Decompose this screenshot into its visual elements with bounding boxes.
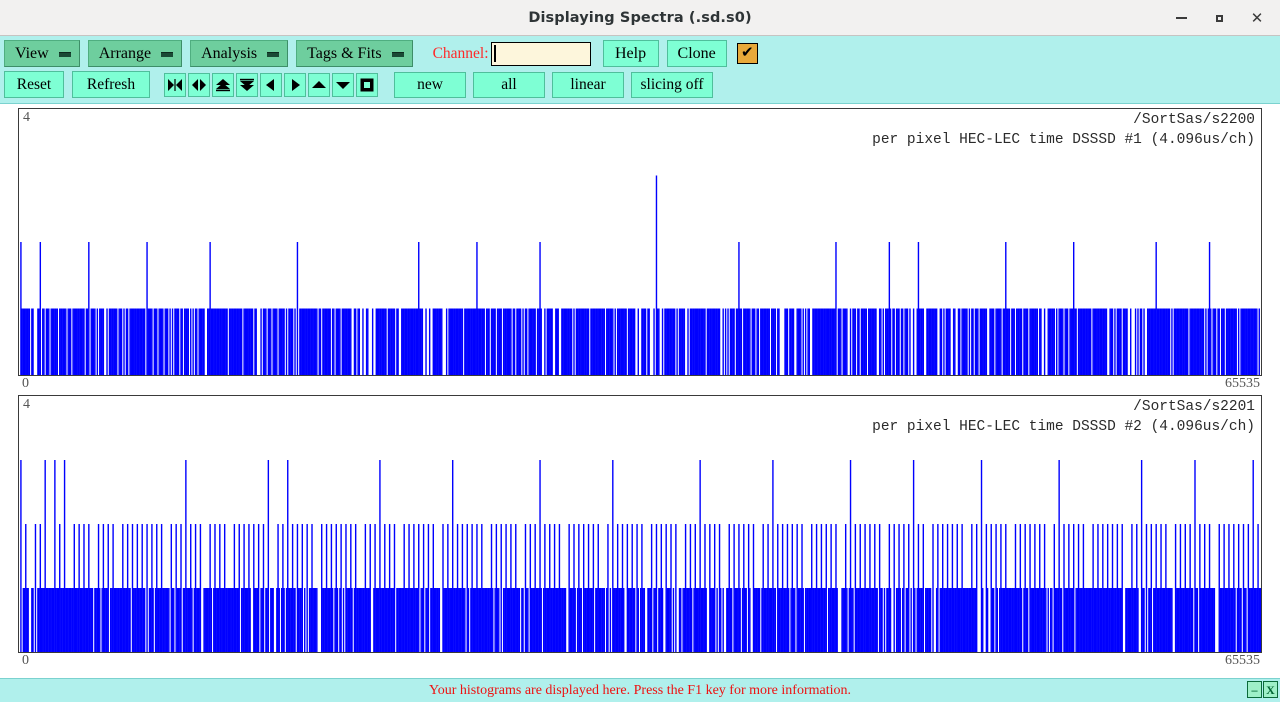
help-button-label: Help xyxy=(615,45,646,63)
scale-toggle-button[interactable]: linear xyxy=(552,72,624,98)
minimize-button[interactable] xyxy=(1164,3,1198,33)
corner-button-group: – X xyxy=(1247,681,1278,698)
spectrum-panel-2[interactable]: 4 /SortSas/s2201 per pixel HEC-LEC time … xyxy=(18,395,1262,672)
y-axis-max-label-1: 4 xyxy=(23,110,30,126)
corner-minimize-button[interactable]: – xyxy=(1247,681,1262,698)
maximize-icon xyxy=(1216,15,1223,22)
reset-button-label: Reset xyxy=(17,76,51,94)
minimize-icon xyxy=(1176,17,1187,19)
x-axis-min-label-1: 0 xyxy=(22,376,29,392)
up-icon xyxy=(311,78,327,92)
menu-tags-and-fits-label: Tags & Fits xyxy=(307,46,381,62)
slicing-toggle-label: slicing off xyxy=(641,76,704,94)
window-title: Displaying Spectra (.sd.s0) xyxy=(528,10,751,26)
clone-button[interactable]: Clone xyxy=(667,40,727,67)
refresh-button[interactable]: Refresh xyxy=(72,71,150,98)
window-controls: ✕ xyxy=(1164,0,1274,36)
collapse-horizontal-button[interactable] xyxy=(164,73,186,97)
x-axis-2: 0 65535 xyxy=(18,653,1262,672)
channel-label: Channel: xyxy=(433,45,489,63)
window-titlebar: Displaying Spectra (.sd.s0) ✕ xyxy=(0,0,1280,36)
text-caret xyxy=(494,45,496,62)
expand-horizontal-icon xyxy=(191,78,207,92)
menu-arrange-label: Arrange xyxy=(99,46,151,62)
scroll-up-fast-button[interactable] xyxy=(212,73,234,97)
status-bar: Your histograms are displayed here. Pres… xyxy=(0,678,1280,702)
stop-square-icon xyxy=(359,78,375,92)
y-axis-max-label-2: 4 xyxy=(23,397,30,413)
menu-handle-icon xyxy=(392,52,404,57)
menu-tags-and-fits[interactable]: Tags & Fits xyxy=(296,40,412,67)
toolbar-region: View Arrange Analysis Tags & Fits Channe… xyxy=(0,36,1280,104)
close-button[interactable]: ✕ xyxy=(1240,3,1274,33)
menu-analysis[interactable]: Analysis xyxy=(190,40,288,67)
menubar-row: View Arrange Analysis Tags & Fits Channe… xyxy=(0,36,1280,69)
spectrum-plot-2[interactable]: 4 /SortSas/s2201 per pixel HEC-LEC time … xyxy=(18,395,1262,653)
scale-toggle-label: linear xyxy=(570,76,605,94)
all-button-label: all xyxy=(501,76,517,94)
menu-arrange[interactable]: Arrange xyxy=(88,40,182,67)
stop-button[interactable] xyxy=(356,73,378,97)
x-axis-min-label-2: 0 xyxy=(22,653,29,669)
all-button[interactable]: all xyxy=(473,72,545,98)
checkmark-icon: ✔ xyxy=(741,46,754,61)
status-message: Your histograms are displayed here. Pres… xyxy=(429,683,851,699)
clone-button-label: Clone xyxy=(678,45,716,63)
refresh-button-label: Refresh xyxy=(87,76,135,94)
corner-close-button[interactable]: X xyxy=(1263,681,1278,698)
channel-input[interactable] xyxy=(491,42,591,66)
new-button-label: new xyxy=(417,76,443,94)
scroll-down-fast-button[interactable] xyxy=(236,73,258,97)
x-axis-max-label-1: 65535 xyxy=(1225,376,1260,392)
double-down-icon xyxy=(239,78,255,92)
spectrum-panel-1[interactable]: 4 /SortSas/s2200 per pixel HEC-LEC time … xyxy=(18,108,1262,395)
maximize-button[interactable] xyxy=(1202,3,1236,33)
pan-right-button[interactable] xyxy=(284,73,306,97)
toolbar-row: Reset Refresh xyxy=(0,69,1280,103)
reset-button[interactable]: Reset xyxy=(4,71,64,98)
menu-handle-icon xyxy=(59,52,71,57)
help-button[interactable]: Help xyxy=(603,40,659,67)
x-axis-max-label-2: 65535 xyxy=(1225,653,1260,669)
pan-up-button[interactable] xyxy=(308,73,330,97)
x-axis-1: 0 65535 xyxy=(18,376,1262,395)
close-icon: ✕ xyxy=(1251,11,1264,26)
spectrum-histogram-2 xyxy=(19,396,1261,652)
menu-analysis-label: Analysis xyxy=(201,46,257,62)
spectra-plot-area: 4 /SortSas/s2200 per pixel HEC-LEC time … xyxy=(0,108,1280,678)
new-button[interactable]: new xyxy=(394,72,466,98)
left-icon xyxy=(263,78,279,92)
down-icon xyxy=(335,78,351,92)
spectrum-plot-1[interactable]: 4 /SortSas/s2200 per pixel HEC-LEC time … xyxy=(18,108,1262,376)
menu-view[interactable]: View xyxy=(4,40,80,67)
corner-close-label: X xyxy=(1266,684,1275,696)
slicing-toggle-button[interactable]: slicing off xyxy=(631,72,713,98)
collapse-horizontal-icon xyxy=(167,78,183,92)
menu-handle-icon xyxy=(267,52,279,57)
double-up-icon xyxy=(215,78,231,92)
expand-horizontal-button[interactable] xyxy=(188,73,210,97)
spectrum-histogram-1 xyxy=(19,109,1261,375)
corner-minimize-label: – xyxy=(1252,684,1258,696)
navigation-button-group xyxy=(164,73,380,97)
pan-left-button[interactable] xyxy=(260,73,282,97)
check-toggle-button[interactable]: ✔ xyxy=(737,43,758,64)
menu-handle-icon xyxy=(161,52,173,57)
pan-down-button[interactable] xyxy=(332,73,354,97)
right-icon xyxy=(287,78,303,92)
menu-view-label: View xyxy=(15,46,49,62)
